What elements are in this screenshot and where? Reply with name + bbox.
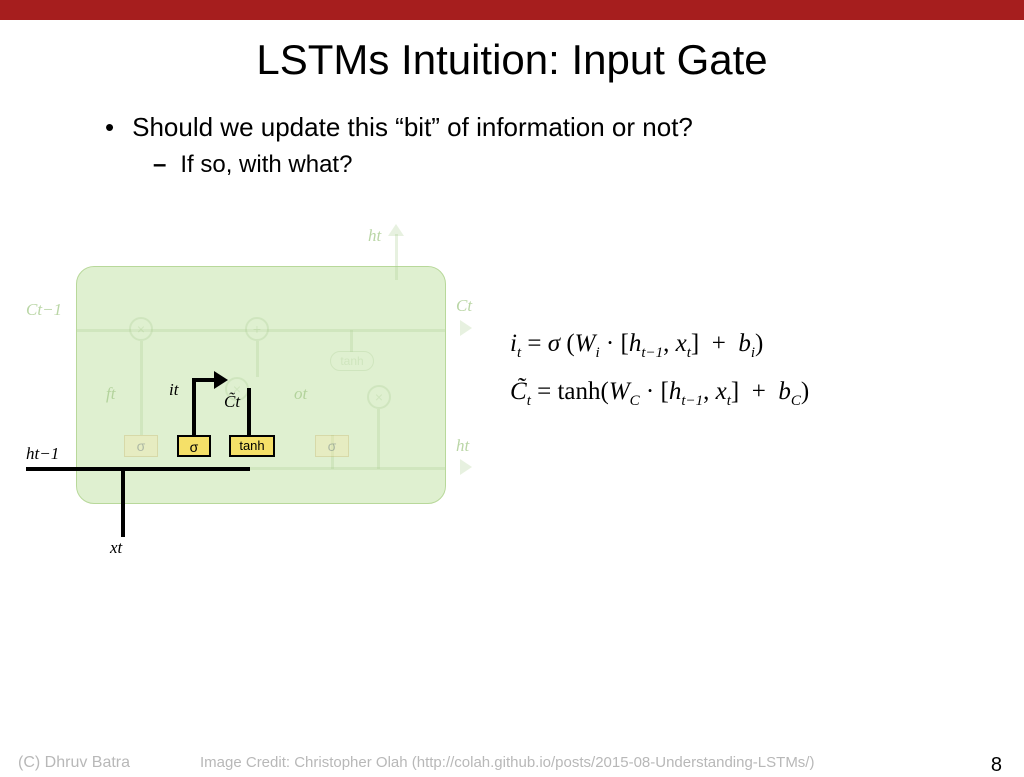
- bullet-dash-icon: –: [153, 151, 166, 179]
- x-input-line: [121, 467, 125, 537]
- ht-top-line: [395, 234, 398, 280]
- label-ht-top: ht: [368, 226, 381, 246]
- bullet-sub-text: If so, with what?: [180, 151, 352, 179]
- i-arrow-icon: [214, 371, 228, 389]
- label-ct: Ct: [456, 296, 472, 316]
- label-xt: xt: [110, 538, 122, 558]
- label-ht-1: ht−1: [26, 444, 59, 464]
- ct-to-tanh-vertical: [350, 330, 353, 352]
- label-ctilde: C̃t: [224, 392, 240, 412]
- input-tanh-box: tanh: [229, 435, 275, 457]
- bullet-main-text: Should we update this “bit” of informati…: [132, 112, 693, 143]
- label-ht-right: ht: [456, 436, 469, 456]
- bullet-main: • Should we update this “bit” of informa…: [105, 112, 1024, 143]
- label-ct-1: Ct−1: [26, 300, 62, 320]
- label-it: it: [169, 380, 178, 400]
- equation-ctilde: C̃t = tanh(WC · [ht−1, xt] + bC): [510, 368, 809, 416]
- add-vertical: [256, 341, 259, 377]
- bullet-sub: – If so, with what?: [153, 151, 1024, 179]
- output-sigma-box: σ: [315, 435, 349, 457]
- i-vertical-line: [192, 378, 196, 436]
- bullet-dot-icon: •: [105, 112, 114, 143]
- bullet-list: • Should we update this “bit” of informa…: [0, 112, 1024, 179]
- input-add-icon: +: [245, 317, 269, 341]
- ht-out-arrow-icon: [460, 459, 472, 475]
- i-curve-horizontal: [192, 378, 216, 382]
- output-tanh-icon: tanh: [330, 351, 374, 371]
- label-ft: ft: [106, 384, 115, 404]
- accent-bar: [0, 0, 1024, 20]
- label-ot: ot: [294, 384, 307, 404]
- ht-top-arrow-icon: [388, 224, 404, 236]
- slide-title: LSTMs Intuition: Input Gate: [0, 36, 1024, 84]
- lstm-diagram: × + × × tanh σ σ σ tanh Ct−1 Ct ht ht: [26, 244, 466, 544]
- footer-copyright: (C) Dhruv Batra: [18, 754, 130, 772]
- output-mult-icon: ×: [367, 385, 391, 409]
- ct-out-arrow-icon: [460, 320, 472, 336]
- input-sigma-box: σ: [177, 435, 211, 457]
- h-out-vertical: [377, 409, 380, 469]
- forget-vertical: [140, 341, 143, 435]
- equations-block: it = σ (Wi · [ht−1, xt] + bi) C̃t = tanh…: [510, 320, 809, 415]
- forget-sigma-box: σ: [124, 435, 158, 457]
- h-input-line: [26, 467, 250, 471]
- page-number: 8: [991, 754, 1002, 777]
- ctilde-vertical-line: [247, 388, 251, 436]
- footer-credit: Image Credit: Christopher Olah (http://c…: [200, 754, 814, 771]
- forget-mult-icon: ×: [129, 317, 153, 341]
- equation-it: it = σ (Wi · [ht−1, xt] + bi): [510, 320, 809, 368]
